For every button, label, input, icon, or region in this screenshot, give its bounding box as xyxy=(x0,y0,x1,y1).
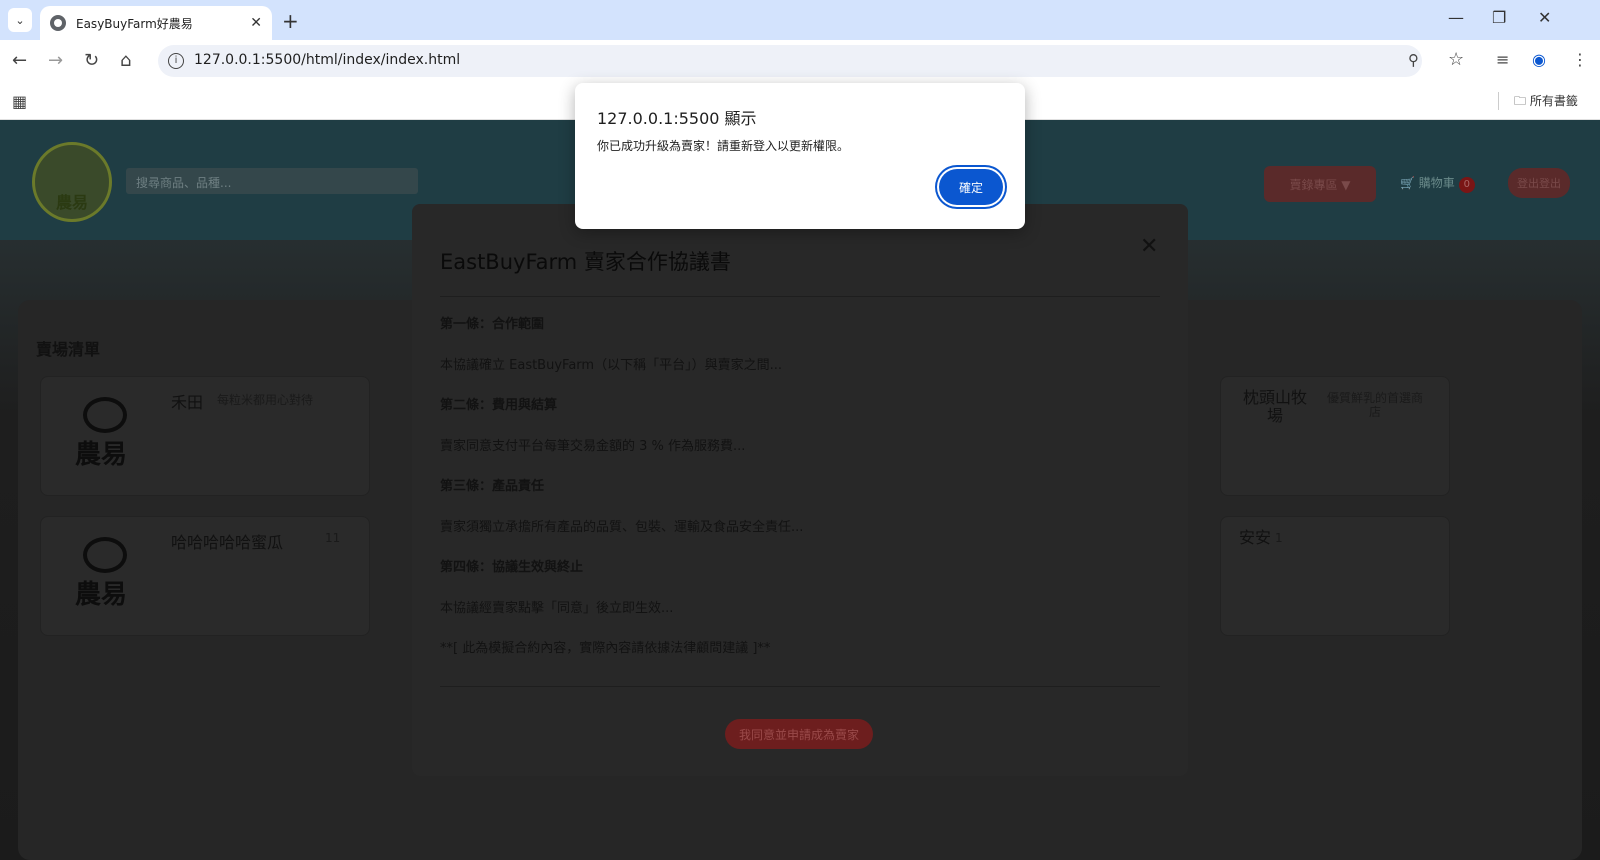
browser-tab[interactable]: EasyBuyFarm好農易 ✕ xyxy=(40,6,272,40)
modal-divider xyxy=(440,686,1160,687)
tab-search-chevron-icon[interactable]: ⌄ xyxy=(8,8,32,32)
agree-apply-seller-button[interactable]: 我同意並申請成為賣家 xyxy=(725,719,873,749)
cart-icon: 🛒 xyxy=(1400,176,1419,190)
media-icon[interactable]: ≡ xyxy=(1496,50,1509,69)
globe-icon xyxy=(50,15,66,31)
alert-ok-button[interactable]: 確定 xyxy=(939,169,1003,205)
address-bar[interactable]: i 127.0.0.1:5500/html/index/index.html ⚲… xyxy=(158,45,1464,77)
alert-message: 你已成功升級為賣家！請重新登入以更新權限。 xyxy=(597,139,850,153)
folder-icon: 🗀 xyxy=(1514,94,1530,108)
alert-origin: 127.0.0.1:5500 顯示 xyxy=(597,109,757,128)
all-bookmarks-folder[interactable]: 🗀 所有書籤 xyxy=(1514,92,1578,113)
market-card[interactable]: 農易 哈哈哈哈哈蜜瓜 11 xyxy=(40,516,370,636)
modal-title: EastBuyFarm 賣家合作協議書 xyxy=(440,250,731,274)
logout-button[interactable]: 登出登出 xyxy=(1508,168,1570,198)
url-text[interactable]: 127.0.0.1:5500/html/index/index.html xyxy=(194,52,460,68)
browser-toolbar: ← → ↻ ⌂ i 127.0.0.1:5500/html/index/inde… xyxy=(0,40,1600,82)
card-desc: 1 xyxy=(1275,531,1283,545)
bookmark-star-icon[interactable]: ☆ xyxy=(1448,49,1464,70)
card-desc: 每粒米都用心對待 xyxy=(217,393,314,407)
card-desc: 優質鮮乳的首選商店 xyxy=(1326,391,1423,419)
clause-heading: 第三條：產品責任 xyxy=(440,479,545,494)
window-close-icon[interactable]: ✕ xyxy=(1538,8,1551,27)
modal-body: 第一條：合作範圍 本協議確立 EastBuyFarm（以下稱「平台」）與賣家之間… xyxy=(440,316,1160,681)
modal-close-icon[interactable]: ✕ xyxy=(1140,234,1158,259)
market-card[interactable]: 農易 禾田 每粒米都用心對待 xyxy=(40,376,370,496)
card-desc: 11 xyxy=(325,531,341,545)
card-name: 枕頭山牧場 xyxy=(1242,388,1307,425)
forward-icon[interactable]: → xyxy=(48,50,63,71)
clause-text: 本協議確立 EastBuyFarm（以下稱「平台」）與賣家之間... xyxy=(440,357,782,373)
card-logo: 農易 xyxy=(71,391,131,471)
cart-count-badge: 0 xyxy=(1458,177,1475,193)
reload-icon[interactable]: ↻ xyxy=(84,50,99,71)
bookmarks-divider xyxy=(1498,92,1499,110)
market-title: 賣場清單 xyxy=(36,340,101,359)
tab-close-icon[interactable]: ✕ xyxy=(250,15,262,31)
market-card[interactable]: 枕頭山牧場 優質鮮乳的首選商店 xyxy=(1220,376,1450,496)
clause-text: 本協議經賣家點擊「同意」後立即生效... xyxy=(440,600,674,616)
site-logo[interactable]: 農易 xyxy=(32,142,112,222)
card-logo: 農易 xyxy=(71,531,131,611)
profile-icon[interactable]: ◉ xyxy=(1532,50,1546,69)
menu-icon[interactable]: ⋮ xyxy=(1572,50,1588,69)
disclaimer-text: **[ 此為模擬合約內容，實際內容請依據法律顧問建議 ]** xyxy=(440,641,771,656)
card-name: 禾田 xyxy=(171,393,204,412)
new-tab-button[interactable]: + xyxy=(282,9,299,33)
clause-text: 賣家須獨立承擔所有產品的品質、包裝、運輸及食品安全責任... xyxy=(440,519,804,535)
card-name: 安安 xyxy=(1239,528,1272,547)
apps-grid-icon[interactable]: ▦ xyxy=(12,92,27,111)
clause-heading: 第一條：合作範圍 xyxy=(440,317,545,332)
home-icon[interactable]: ⌂ xyxy=(120,50,131,71)
search-input[interactable]: 搜尋商品、品種... xyxy=(126,168,418,194)
clause-heading: 第四條：協議生效與終止 xyxy=(440,560,584,575)
seller-agreement-modal: EastBuyFarm 賣家合作協議書 ✕ 第一條：合作範圍 本協議確立 Eas… xyxy=(412,204,1188,776)
tab-title: EasyBuyFarm好農易 xyxy=(76,16,193,31)
zoom-icon[interactable]: ⚲ xyxy=(1408,51,1419,69)
market-card[interactable]: 安安 1 xyxy=(1220,516,1450,636)
card-name: 哈哈哈哈哈蜜瓜 xyxy=(171,533,284,552)
clause-text: 賣家同意支付平台每筆交易金額的 3 % 作為服務費... xyxy=(440,438,746,454)
clause-heading: 第二條：費用與結算 xyxy=(440,398,558,413)
browser-tab-bar: ⌄ EasyBuyFarm好農易 ✕ + — ❐ ✕ xyxy=(0,0,1600,40)
restore-icon[interactable]: ❐ xyxy=(1492,8,1506,27)
back-icon[interactable]: ← xyxy=(12,50,27,71)
modal-divider xyxy=(440,296,1160,297)
cart-link[interactable]: 🛒 購物車 0 xyxy=(1400,174,1475,193)
seller-center-dropdown[interactable]: 賣錄專區 ▼ xyxy=(1264,166,1376,202)
site-info-icon[interactable]: i xyxy=(168,53,184,69)
minimize-icon[interactable]: — xyxy=(1448,8,1464,27)
browser-alert-dialog: 127.0.0.1:5500 顯示 你已成功升級為賣家！請重新登入以更新權限。 … xyxy=(575,83,1025,229)
